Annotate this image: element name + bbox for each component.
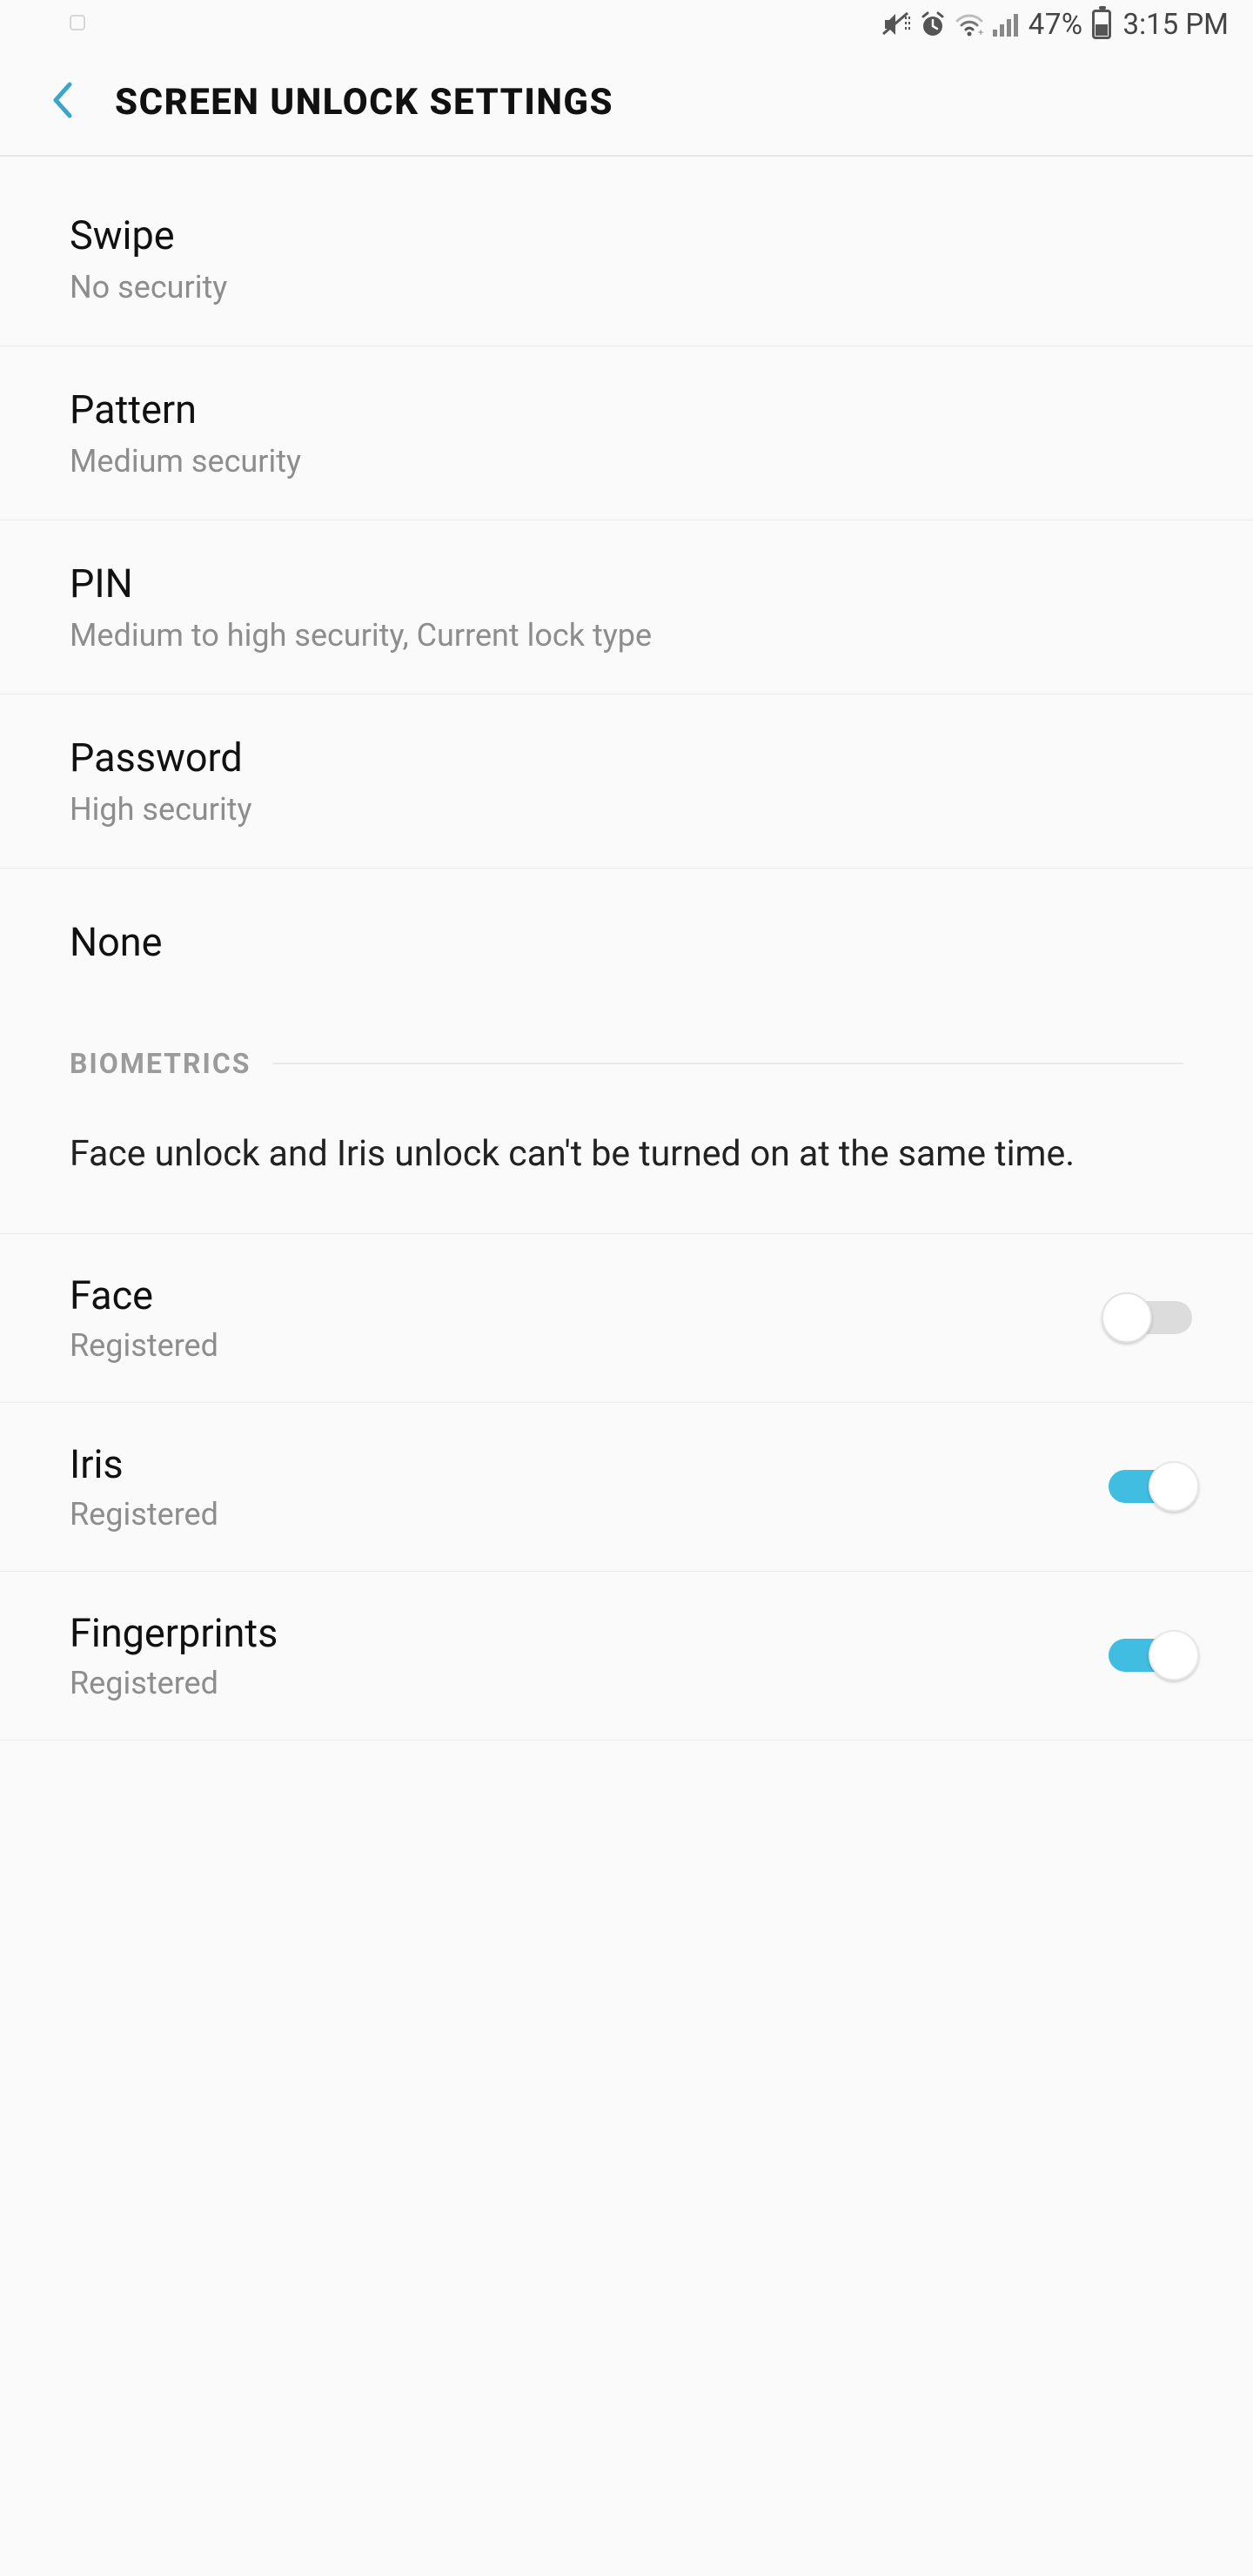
section-header-biometrics: BIOMETRICS bbox=[0, 1016, 1253, 1089]
app-header: SCREEN UNLOCK SETTINGS bbox=[0, 49, 1253, 157]
lock-type-none[interactable]: None bbox=[0, 869, 1253, 1016]
status-time: 3:15 PM bbox=[1123, 8, 1229, 42]
lock-type-sub: Medium security bbox=[70, 443, 1183, 480]
lock-type-title: Swipe bbox=[70, 212, 1183, 258]
page-title: SCREEN UNLOCK SETTINGS bbox=[115, 81, 613, 124]
signal-icon bbox=[993, 12, 1018, 37]
lock-type-title: Password bbox=[70, 735, 1183, 781]
section-label: BIOMETRICS bbox=[70, 1047, 251, 1080]
lock-type-password[interactable]: Password High security bbox=[0, 694, 1253, 869]
alarm-icon bbox=[920, 11, 946, 37]
wifi-icon: + bbox=[955, 12, 984, 37]
back-icon[interactable] bbox=[49, 79, 77, 124]
biometric-title: Fingerprints bbox=[70, 1610, 1100, 1656]
biometric-sub: Registered bbox=[70, 1496, 1100, 1533]
biometric-fingerprints[interactable]: Fingerprints Registered bbox=[0, 1572, 1253, 1741]
battery-icon bbox=[1092, 10, 1111, 39]
lock-type-title: Pattern bbox=[70, 386, 1183, 433]
biometric-title: Iris bbox=[70, 1441, 1100, 1487]
battery-percent: 47% bbox=[1029, 8, 1083, 42]
lock-type-sub: Medium to high security, Current lock ty… bbox=[70, 617, 1183, 654]
lock-type-pin[interactable]: PIN Medium to high security, Current loc… bbox=[0, 520, 1253, 694]
biometric-sub: Registered bbox=[70, 1327, 1100, 1364]
biometric-iris[interactable]: Iris Registered bbox=[0, 1403, 1253, 1572]
lock-type-sub: No security bbox=[70, 269, 1183, 305]
biometric-face[interactable]: Face Registered bbox=[0, 1234, 1253, 1403]
status-bar: + 47% 3:15 PM bbox=[0, 0, 1253, 49]
svg-text:+: + bbox=[978, 27, 983, 37]
lock-type-title: PIN bbox=[70, 560, 1183, 607]
lock-type-pattern[interactable]: Pattern Medium security bbox=[0, 346, 1253, 520]
biometrics-note: Face unlock and Iris unlock can't be tur… bbox=[0, 1089, 1253, 1234]
toggle-face[interactable] bbox=[1100, 1291, 1201, 1345]
lock-type-list: Swipe No security Pattern Medium securit… bbox=[0, 157, 1253, 1741]
biometric-sub: Registered bbox=[70, 1665, 1100, 1701]
lock-type-swipe[interactable]: Swipe No security bbox=[0, 162, 1253, 346]
status-indicator-icon bbox=[70, 14, 85, 35]
toggle-fingerprints[interactable] bbox=[1100, 1628, 1201, 1682]
lock-type-sub: High security bbox=[70, 791, 1183, 828]
biometric-title: Face bbox=[70, 1272, 1100, 1318]
lock-type-title: None bbox=[70, 919, 1183, 965]
toggle-iris[interactable] bbox=[1100, 1459, 1201, 1513]
section-divider bbox=[272, 1063, 1184, 1064]
mute-vibrate-icon bbox=[881, 11, 911, 37]
